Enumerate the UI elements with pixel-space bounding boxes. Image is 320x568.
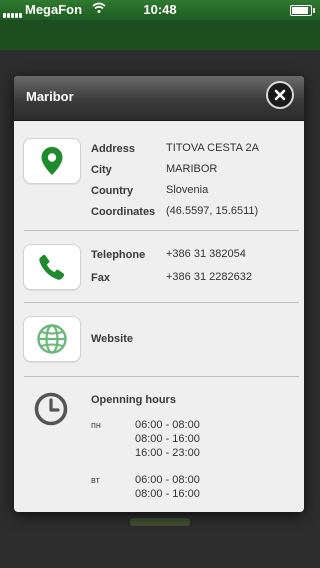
city-label: City <box>91 164 112 176</box>
close-button[interactable] <box>266 81 294 109</box>
city-value: MARIBOR <box>166 163 218 175</box>
country-label: Country <box>91 185 134 197</box>
globe-icon[interactable] <box>23 316 81 362</box>
app-logo <box>130 518 190 526</box>
status-bar: MegaFon 10:48 <box>0 0 320 20</box>
day-label: вт <box>91 475 100 485</box>
fax-label: Fax <box>91 272 110 284</box>
opening-hours-section: Openning hours пн 06:00 - 08:00 08:00 - … <box>14 377 304 512</box>
modal-title: Maribor <box>26 89 74 104</box>
phone-icon[interactable] <box>23 244 81 290</box>
address-section: Address TITOVA CESTA 2A City MARIBOR Cou… <box>14 121 304 233</box>
country-value: Slovenia <box>166 184 209 196</box>
hours-range: 06:00 - 08:00 <box>135 474 200 486</box>
coordinates-value: (46.5597, 15.6511) <box>166 205 259 217</box>
contact-section: Telephone +386 31 382054 Fax +386 31 228… <box>14 231 304 303</box>
telephone-label: Telephone <box>91 249 146 261</box>
opening-hours-label: Openning hours <box>91 394 176 406</box>
day-label: пн <box>91 420 101 430</box>
fax-value: +386 31 2282632 <box>166 271 252 283</box>
battery-icon <box>290 5 315 16</box>
hours-range: 08:00 - 16:00 <box>135 488 200 500</box>
hours-list: 06:00 - 08:00 08:00 - 16:00 <box>135 473 200 501</box>
hours-range: 06:00 - 08:00 <box>135 419 200 431</box>
hours-list: 06:00 - 08:00 08:00 - 16:00 16:00 - 23:0… <box>135 418 200 460</box>
map-pin-icon <box>23 138 81 184</box>
close-icon <box>274 89 286 101</box>
coordinates-label: Coordinates <box>91 206 156 218</box>
hours-range: 08:00 - 16:00 <box>135 433 200 445</box>
clock-time: 10:48 <box>143 2 177 17</box>
modal-header: Maribor <box>14 76 304 121</box>
website-link[interactable]: Website <box>91 333 133 345</box>
address-label: Address <box>91 143 136 155</box>
hours-range: 16:00 - 23:00 <box>135 447 200 459</box>
location-details-modal: Maribor Address TITOVA CESTA 2A City MAR… <box>14 76 304 512</box>
clock-icon <box>33 391 69 432</box>
website-section[interactable]: Website <box>14 303 304 376</box>
modal-body: Address TITOVA CESTA 2A City MARIBOR Cou… <box>14 121 304 512</box>
telephone-value[interactable]: +386 31 382054 <box>166 248 246 260</box>
address-value: TITOVA CESTA 2A <box>166 142 259 154</box>
